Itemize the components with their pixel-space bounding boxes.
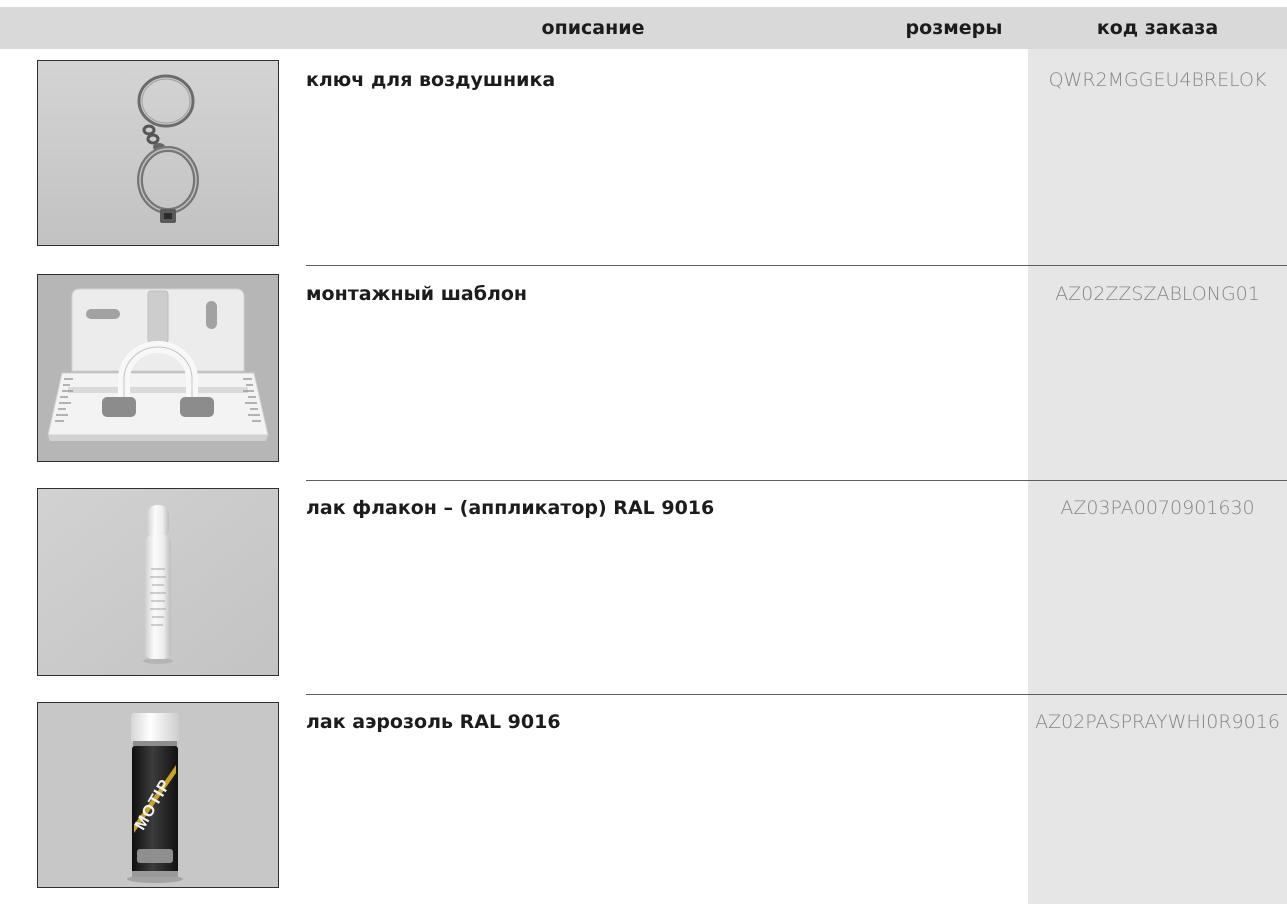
can-bottom-rim [132,871,178,877]
spray-can-image: MOTIP [38,703,278,887]
product-order-code: AZ02ZZSZABLONG01 [1055,283,1260,305]
product-order-code: QWR2MGGEU4BRELOK [1048,69,1267,91]
template-base-plate [47,372,269,436]
product-photo [37,274,279,462]
template-center-slot [147,290,169,344]
template-slot [206,301,217,329]
template-knob [102,397,136,417]
template-base-groove [68,387,248,393]
row-divider [306,480,1287,481]
catalog-page: описание розмеры код заказа ключ для воз… [0,0,1287,904]
row-divider [306,694,1287,695]
table-row: MOTIP лак аэрозоль RAL 9016 AZ02PASPRAYW… [0,694,1287,904]
mounting-template-image [38,275,278,461]
table-header: описание розмеры код заказа [0,7,1287,49]
bottle-cap [147,505,169,539]
column-header-description: описание [541,17,645,39]
product-description: ключ для воздушника [306,69,556,91]
product-photo [37,488,279,676]
paint-bottle-image [38,489,278,675]
air-vent-key-image [38,61,278,245]
row-divider [306,265,1287,266]
template-slot [86,309,120,319]
can-label-car-picture [137,849,173,863]
column-header-sizes: розмеры [905,17,1003,39]
key-socket-hole [164,213,172,219]
product-description: монтажный шаблон [306,283,528,305]
column-header-order-code: код заказа [1096,17,1219,39]
product-description: лак флакон – (аппликатор) RAL 9016 [306,497,715,519]
template-front-edge [48,435,268,441]
product-photo [37,60,279,246]
product-order-code: AZ03PA0070901630 [1060,497,1255,519]
product-photo: MOTIP [37,702,279,888]
product-description: лак аэрозоль RAL 9016 [306,711,561,733]
bottle-body [145,535,171,659]
table-row: ключ для воздушника QWR2MGGEU4BRELOK [0,49,1287,265]
template-knob [180,397,214,417]
table-row: лак флакон – (аппликатор) RAL 9016 AZ03P… [0,480,1287,694]
can-cap [131,713,179,743]
product-order-code: AZ02PASPRAYWHI0R9016 [1035,711,1280,733]
table-row: монтажный шаблон AZ02ZZSZABLONG01 [0,265,1287,480]
